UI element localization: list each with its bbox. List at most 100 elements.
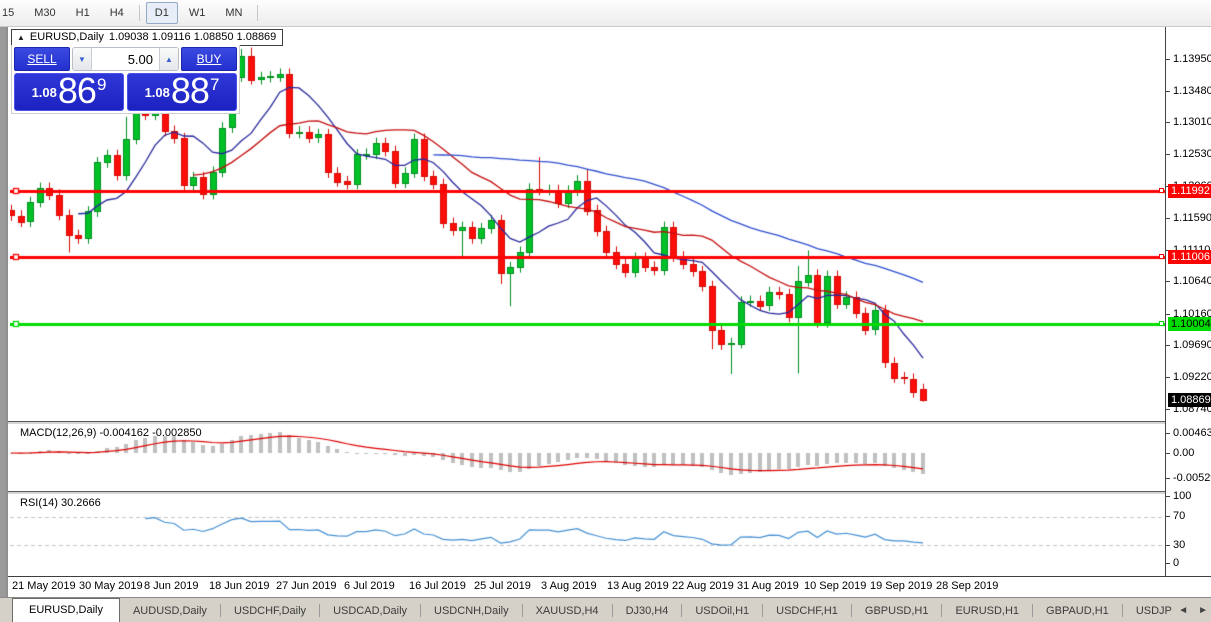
date-axis-label: 25 Jul 2019	[474, 580, 531, 592]
ask-pip-digit: 7	[209, 75, 220, 94]
axis-tick-mark	[1166, 409, 1170, 410]
axis-tick-mark	[1166, 376, 1170, 378]
axis-border-line	[1165, 27, 1166, 576]
price-axis-label: 1.11590	[1173, 211, 1211, 224]
volume-increase-button[interactable]: ▲	[159, 48, 178, 70]
axis-tick-mark	[1166, 122, 1170, 124]
date-axis-label: 28 Sep 2019	[936, 580, 999, 592]
tab-scroll-left-icon[interactable]: ◄	[1178, 605, 1188, 617]
date-axis-label: 10 Sep 2019	[804, 580, 867, 592]
terminal-root: 15 M30 H1 H4 D1 W1 MN 1.13950 1.13480 1.13010 1.1…	[0, 0, 1211, 622]
axis-tick-mark	[1166, 217, 1170, 219]
chart-title-box: ▲ EURUSD,Daily 1.09038 1.09116 1.08850 1…	[11, 29, 284, 46]
date-axis: 21 May 2019 30 May 2019 8 Jun 2019 18 Jun 2…	[8, 576, 1211, 597]
chart-tab-gbpusd-h1[interactable]: GBPUSD,H1	[852, 601, 942, 622]
timeframe-button-d1[interactable]: D1	[145, 2, 178, 24]
date-axis-label: 30 May 2019	[79, 580, 143, 592]
rsi-pane-separator[interactable]	[8, 491, 1211, 494]
axis-tick-mark	[1166, 496, 1170, 497]
chart-tab-xauusd-h4[interactable]: XAUUSD,H4	[523, 601, 612, 622]
volume-decrease-button[interactable]: ▼	[73, 48, 92, 70]
chart-tab-eurusd-h1[interactable]: EURUSD,H1	[942, 601, 1032, 622]
line-handle-icon[interactable]	[1159, 321, 1164, 327]
rsi-pane-canvas[interactable]	[10, 494, 1165, 573]
date-axis-label: 19 Sep 2019	[870, 580, 933, 592]
rsi-axis-label: 30	[1173, 539, 1186, 551]
rsi-axis-label: 0	[1173, 557, 1180, 569]
timeframe-button-h1[interactable]: H1	[67, 2, 99, 24]
chart-ohlc-values: 1.09038 1.09116 1.08850 1.08869	[108, 31, 277, 43]
price-axis-label: 1.12530	[1173, 148, 1211, 161]
axis-tick-mark	[1166, 345, 1170, 347]
volume-input[interactable]: 5.00	[92, 48, 159, 70]
level-price-badge: 1.11006	[1168, 249, 1211, 264]
line-handle-icon[interactable]	[1159, 253, 1164, 259]
chart-tab-bar: EURUSD,Daily AUDUSD,Daily USDCHF,Daily USDC…	[0, 597, 1211, 622]
axis-tick-mark	[1166, 433, 1170, 434]
price-axis-label: 1.13950	[1173, 53, 1211, 65]
volume-spinner: ▼ 5.00 ▲	[72, 47, 179, 71]
line-handle-icon[interactable]	[1159, 187, 1164, 193]
macd-axis-label: 0.00463	[1173, 427, 1211, 439]
chart-tab-usdchf-daily[interactable]: USDCHF,Daily	[221, 601, 319, 622]
chart-symbol-label: EURUSD,Daily	[29, 31, 104, 43]
date-axis-label: 6 Jul 2019	[344, 580, 395, 592]
axis-tick-mark	[1166, 313, 1170, 315]
axis-tick-mark	[1166, 545, 1170, 546]
chart-tab-audusd-daily[interactable]: AUDUSD,Daily	[120, 601, 220, 622]
axis-tick-mark	[1166, 154, 1170, 156]
chart-tab-usdoil-h1[interactable]: USDOil,H1	[682, 601, 762, 622]
macd-axis-label: -0.005299	[1173, 472, 1211, 484]
chart-tab-dj30-h4[interactable]: DJ30,H4	[613, 601, 682, 622]
date-axis-label: 22 Aug 2019	[672, 580, 734, 592]
axis-tick-mark	[1166, 59, 1170, 60]
timeframe-button-mn[interactable]: MN	[216, 2, 251, 24]
macd-pane-separator[interactable]	[8, 421, 1211, 424]
axis-tick-mark	[1166, 516, 1170, 517]
timeframe-toolbar: 15 M30 H1 H4 D1 W1 MN	[0, 0, 1211, 27]
axis-tick-mark	[1166, 563, 1170, 564]
triangle-up-icon: ▲	[165, 54, 173, 64]
axis-tick-mark	[1166, 281, 1170, 283]
buy-button[interactable]: BUY	[181, 47, 237, 71]
price-axis-column: 1.139501.134801.130101.125301.120601.115…	[1159, 27, 1211, 576]
rsi-axis-label: 70	[1173, 510, 1186, 522]
date-axis-label: 31 Aug 2019	[737, 580, 799, 592]
chart-tab-usdchf-h1[interactable]: USDCHF,H1	[763, 601, 851, 622]
toolbar-separator	[257, 5, 259, 21]
ask-big-digits: 88	[170, 70, 210, 111]
timeframe-button-m30[interactable]: M30	[25, 2, 64, 24]
timeframe-button-w1[interactable]: W1	[180, 2, 215, 24]
axis-tick-mark	[1166, 453, 1170, 454]
macd-indicator-label: MACD(12,26,9) -0.004162 -0.002850	[20, 427, 202, 439]
date-axis-label: 8 Jun 2019	[144, 580, 199, 592]
price-axis-label: 1.13010	[1173, 116, 1211, 129]
bid-prefix: 1.08	[31, 85, 57, 100]
date-axis-label: 21 May 2019	[12, 580, 76, 592]
bid-quote-box[interactable]: 1.08 86 9	[14, 73, 124, 111]
level-price-badge: 1.10004	[1168, 317, 1211, 332]
date-axis-label: 27 Jun 2019	[276, 580, 337, 592]
ask-quote-box[interactable]: 1.08 88 7	[127, 73, 237, 111]
tab-scroll-arrows: ◄ ►	[1172, 605, 1208, 617]
price-axis-label: 1.09220	[1173, 370, 1211, 383]
one-click-trade-panel: SELL ▼ 5.00 ▲ BUY 1.08 86 9 1.08 88 7	[11, 45, 240, 114]
timeframe-button-15[interactable]: 15	[0, 2, 23, 24]
chart-tab-usdcad-daily[interactable]: USDCAD,Daily	[320, 601, 420, 622]
chart-tab-usdcnh-daily[interactable]: USDCNH,Daily	[421, 601, 522, 622]
tab-scroll-right-icon[interactable]: ►	[1198, 605, 1208, 617]
ask-prefix: 1.08	[144, 85, 170, 100]
rsi-indicator-label: RSI(14) 30.2666	[20, 497, 101, 509]
timeframe-button-h4[interactable]: H4	[101, 2, 133, 24]
axis-tick-mark	[1166, 90, 1170, 92]
chart-tab-gbpaud-h1[interactable]: GBPAUD,H1	[1033, 601, 1122, 622]
collapse-panel-icon[interactable]: ▲	[17, 33, 25, 42]
chart-tab-eurusd-daily[interactable]: EURUSD,Daily	[12, 598, 120, 622]
level-price-badge: 1.11992	[1168, 183, 1211, 198]
triangle-down-icon: ▼	[78, 54, 86, 64]
date-axis-label: 13 Aug 2019	[607, 580, 669, 592]
macd-axis-label: 0.00	[1173, 447, 1195, 459]
price-axis-label: 1.10640	[1173, 275, 1211, 288]
date-axis-label: 16 Jul 2019	[409, 580, 466, 592]
sell-button[interactable]: SELL	[14, 47, 70, 71]
